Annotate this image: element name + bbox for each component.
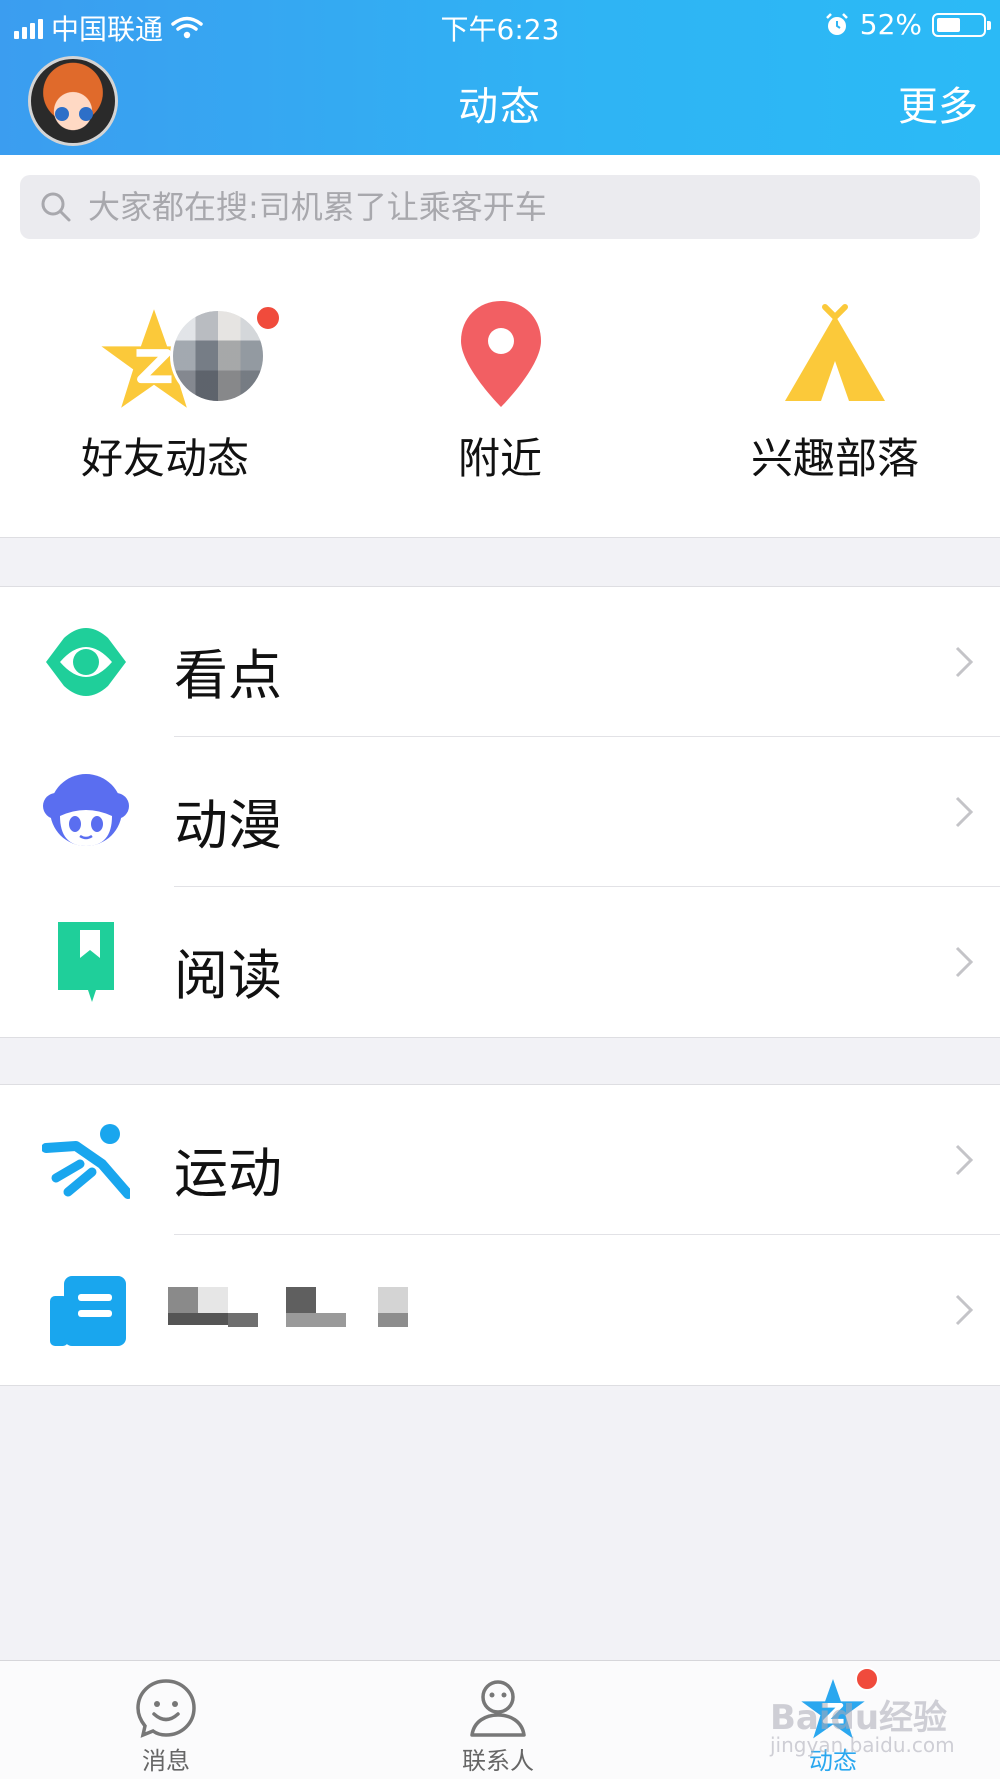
search-area bbox=[0, 155, 1000, 245]
page-title: 动态 bbox=[458, 84, 542, 130]
shortcut-label: 附近 bbox=[457, 434, 542, 483]
pixelated-label bbox=[168, 1287, 408, 1339]
list-item-label: 运动 bbox=[174, 1142, 282, 1205]
chevron-right-icon bbox=[955, 946, 974, 978]
running-icon bbox=[42, 1124, 130, 1199]
anime-face-icon bbox=[43, 774, 129, 846]
search-icon bbox=[41, 192, 71, 222]
notification-dot bbox=[855, 1667, 879, 1691]
shortcut-nearby[interactable]: 附近 bbox=[380, 295, 620, 495]
tribe-icon-group bbox=[755, 295, 915, 415]
list-section-1: 看点 动漫 阅读 bbox=[0, 586, 1000, 1038]
list-item-reading[interactable]: 阅读 bbox=[0, 887, 1000, 1037]
list-item-news[interactable] bbox=[0, 1235, 1000, 1385]
shortcut-label: 兴趣部落 bbox=[750, 434, 919, 483]
shortcut-label: 好友动态 bbox=[80, 434, 249, 483]
shortcut-grid: 好友动态 附近 兴趣部落 bbox=[0, 245, 1000, 538]
list-item-anime[interactable]: 动漫 bbox=[0, 737, 1000, 887]
tab-contacts[interactable]: 联系人 bbox=[398, 1661, 598, 1779]
news-icon bbox=[50, 1276, 126, 1346]
location-pin-icon bbox=[461, 301, 541, 407]
notification-dot bbox=[255, 305, 281, 331]
chevron-right-icon bbox=[955, 796, 974, 828]
chevron-right-icon bbox=[955, 1144, 974, 1176]
friend-feed-icon-group bbox=[85, 295, 281, 415]
search-input[interactable] bbox=[86, 187, 950, 227]
battery-fill bbox=[937, 17, 960, 32]
header-bar: 中国联通 下午6:23 52% 动态 更多 bbox=[0, 0, 1000, 155]
person-icon bbox=[470, 1680, 526, 1737]
status-right: 52% bbox=[824, 8, 991, 41]
chevron-right-icon bbox=[955, 646, 974, 678]
more-button[interactable]: 更多 bbox=[898, 74, 978, 132]
shortcut-friend-feed[interactable]: 好友动态 bbox=[45, 295, 285, 495]
search-box[interactable] bbox=[20, 175, 980, 239]
tab-messages[interactable]: 消息 bbox=[66, 1661, 266, 1779]
battery-icon bbox=[932, 12, 991, 37]
list-section-2: 运动 bbox=[0, 1084, 1000, 1386]
alarm-icon bbox=[825, 12, 848, 35]
tab-label: 联系人 bbox=[462, 1747, 534, 1775]
list-item-label: 阅读 bbox=[174, 944, 282, 1007]
eye-icon bbox=[46, 628, 126, 696]
shortcut-interest-tribe[interactable]: 兴趣部落 bbox=[715, 295, 955, 495]
chevron-right-icon bbox=[955, 1294, 974, 1326]
book-icon bbox=[58, 922, 114, 1002]
list-item-label: 动漫 bbox=[174, 794, 282, 857]
watermark-brand: Baidu经验 bbox=[770, 1698, 948, 1738]
tent-icon bbox=[785, 304, 885, 401]
list-item-sports[interactable]: 运动 bbox=[0, 1085, 1000, 1235]
smiley-chat-icon bbox=[136, 1679, 196, 1738]
nearby-icon-group bbox=[420, 295, 580, 415]
battery-percent: 52% bbox=[859, 8, 922, 41]
list-item-kandian[interactable]: 看点 bbox=[0, 587, 1000, 737]
watermark-url: jingyan.baidu.com bbox=[770, 1733, 955, 1757]
list-item-label: 看点 bbox=[174, 644, 282, 707]
tab-label: 消息 bbox=[142, 1747, 190, 1775]
status-bar: 中国联通 下午6:23 52% bbox=[0, 0, 1000, 50]
friend-avatar bbox=[170, 308, 266, 404]
